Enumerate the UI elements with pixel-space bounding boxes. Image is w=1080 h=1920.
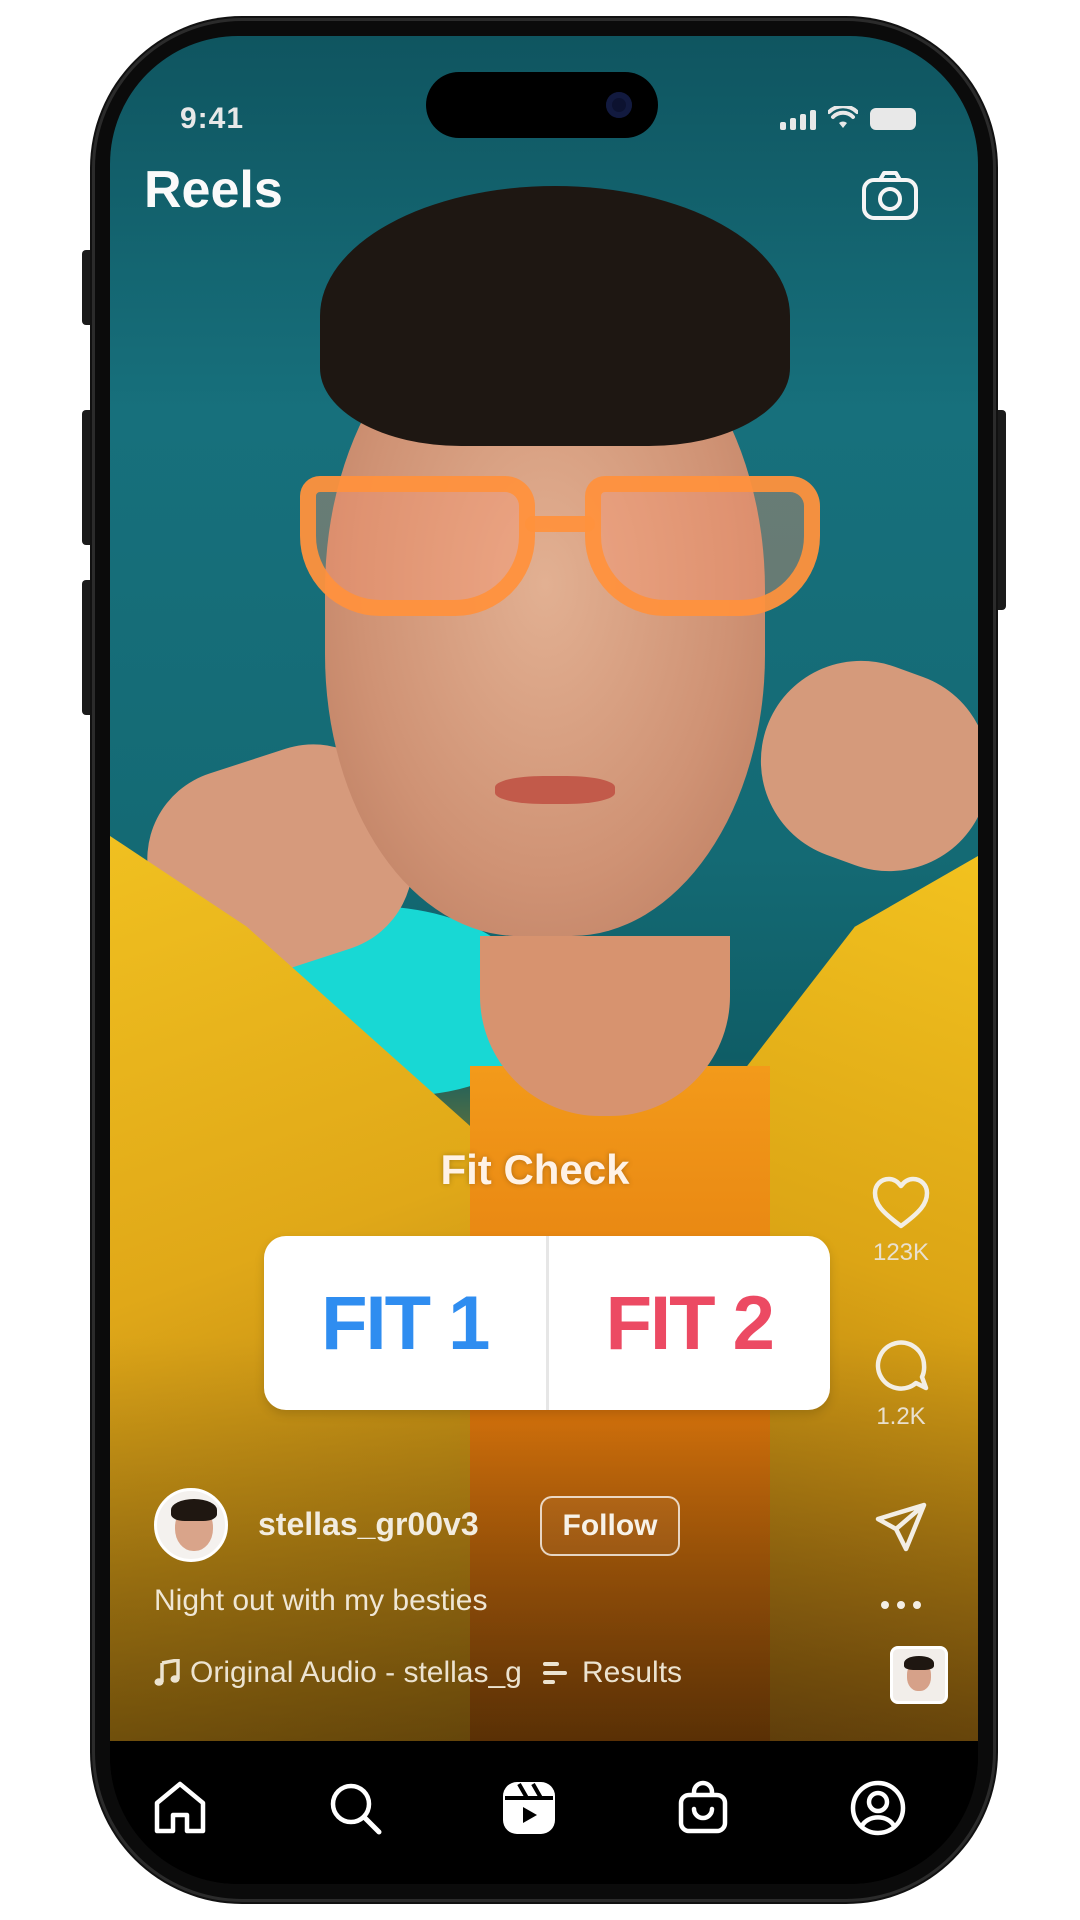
person-arm-right xyxy=(732,632,978,900)
results-label[interactable]: Results xyxy=(582,1656,682,1690)
more-icon xyxy=(881,1601,921,1609)
phone-screen: 9:41 Reels Fit Check FIT 1 FIT 2 123K 1.… xyxy=(110,36,978,1884)
person-hair xyxy=(320,186,790,446)
person-mouth xyxy=(495,776,615,804)
username[interactable]: stellas_gr00v3 xyxy=(258,1506,479,1543)
like-action[interactable]: 123K xyxy=(846,1176,956,1267)
reel-video[interactable] xyxy=(110,36,978,1741)
reels-icon xyxy=(503,1782,555,1834)
home-icon xyxy=(154,1781,206,1834)
comment-action[interactable]: 1.2K xyxy=(846,1336,956,1431)
search-icon xyxy=(330,1783,382,1835)
audio-row[interactable]: Original Audio - stellas_gr00v3 Results xyxy=(154,1656,682,1690)
front-camera xyxy=(606,92,632,118)
poll-option-fit-2[interactable]: FIT 2 xyxy=(549,1236,831,1410)
post-caption[interactable]: Night out with my besties xyxy=(154,1584,487,1618)
poll-results-icon xyxy=(543,1662,567,1684)
bottom-nav xyxy=(110,1741,978,1884)
poll-sticker: FIT 1 FIT 2 xyxy=(264,1236,830,1410)
status-time: 9:41 xyxy=(180,102,245,135)
stage: 9:41 Reels Fit Check FIT 1 FIT 2 123K 1.… xyxy=(0,0,1080,1920)
avatar[interactable] xyxy=(154,1488,228,1562)
camera-icon[interactable] xyxy=(860,166,920,226)
status-icons xyxy=(780,106,916,130)
poll-question: Fit Check xyxy=(440,1146,630,1193)
sunglasses-lens-left xyxy=(300,476,535,616)
comment-icon xyxy=(875,1340,929,1391)
sunglasses-lens-right xyxy=(585,476,820,616)
send-icon xyxy=(875,1502,927,1552)
audio-thumbnail[interactable] xyxy=(890,1646,948,1704)
like-count: 123K xyxy=(872,1239,930,1266)
nav-shop[interactable] xyxy=(668,1773,738,1843)
follow-button[interactable]: Follow xyxy=(540,1496,680,1556)
battery-icon xyxy=(870,108,916,130)
cellular-signal-icon xyxy=(780,110,816,130)
music-note-icon xyxy=(154,1659,180,1686)
sunglasses xyxy=(300,476,830,626)
poll-option-fit-1[interactable]: FIT 1 xyxy=(264,1236,549,1410)
profile-icon xyxy=(850,1780,906,1836)
more-action[interactable] xyxy=(846,1598,956,1617)
avatar-hair xyxy=(171,1499,217,1521)
wifi-icon xyxy=(828,106,858,128)
audio-label[interactable]: Original Audio - stellas_gr00v3 xyxy=(190,1656,520,1690)
nav-profile[interactable] xyxy=(843,1773,913,1843)
shop-icon xyxy=(678,1780,728,1834)
nav-search[interactable] xyxy=(320,1773,390,1843)
heart-icon xyxy=(872,1176,930,1229)
nav-home[interactable] xyxy=(145,1773,215,1843)
dynamic-island xyxy=(426,72,658,138)
page-title: Reels xyxy=(144,161,283,219)
audio-thumbnail-hair xyxy=(904,1656,934,1670)
nav-reels[interactable] xyxy=(494,1773,564,1843)
share-action[interactable] xyxy=(846,1501,956,1560)
comment-count: 1.2K xyxy=(876,1403,926,1430)
